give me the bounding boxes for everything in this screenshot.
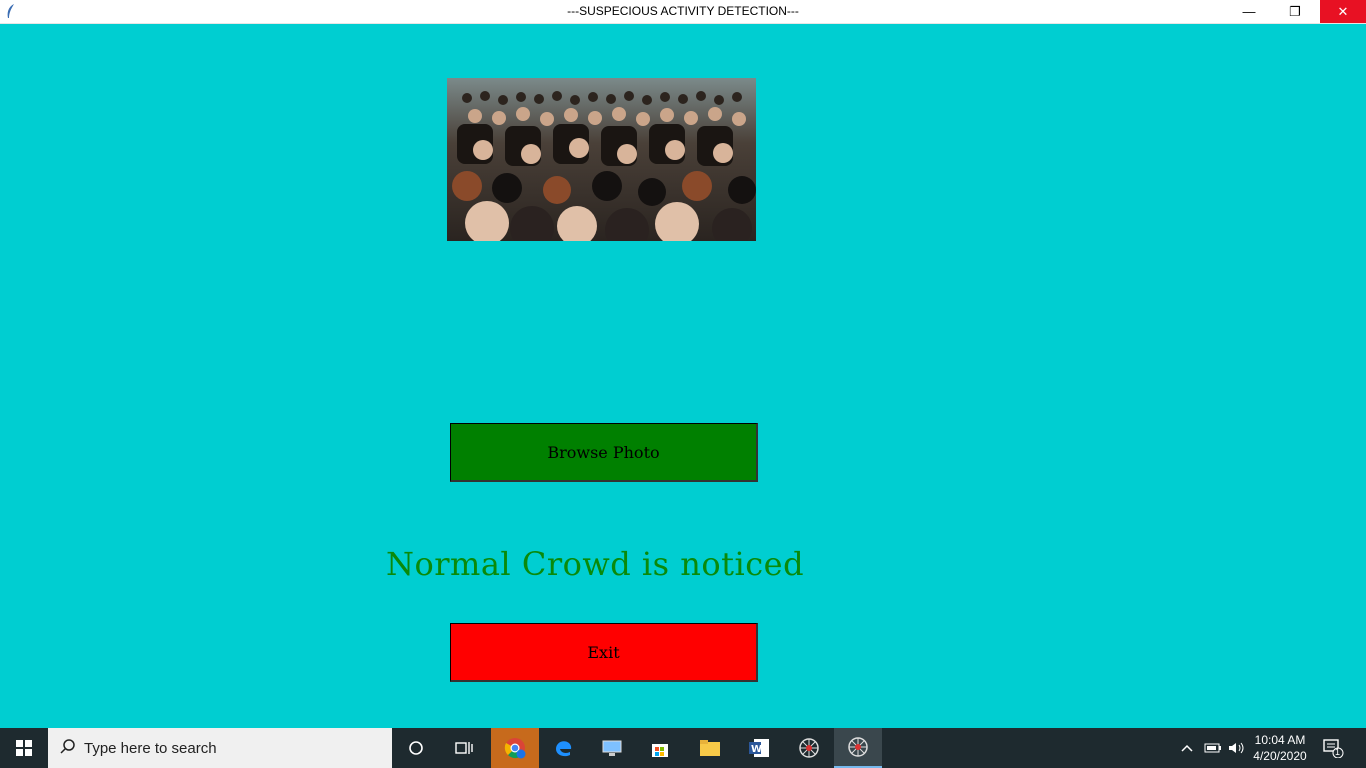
search-icon	[60, 738, 76, 758]
maximize-button[interactable]: ❐	[1272, 0, 1318, 23]
task-view-icon[interactable]	[440, 728, 488, 768]
cortana-icon[interactable]	[392, 728, 440, 768]
crowd-photo	[447, 78, 756, 241]
close-button[interactable]: ✕	[1320, 0, 1366, 23]
clock-date: 4/20/2020	[1253, 749, 1307, 763]
computer-icon[interactable]	[588, 728, 636, 768]
file-explorer-icon[interactable]	[686, 728, 734, 768]
clock[interactable]: 10:04 AM 4/20/2020	[1244, 732, 1316, 764]
windows-icon[interactable]	[0, 728, 48, 768]
store-icon[interactable]	[636, 728, 684, 768]
exit-button[interactable]: Exit	[450, 623, 758, 682]
minimize-button[interactable]: —	[1226, 0, 1272, 23]
title-bar: ---SUSPECIOUS ACTIVITY DETECTION--- — ❐ …	[0, 0, 1366, 24]
notification-icon[interactable]: 1	[1322, 728, 1344, 768]
show-hidden-icons-icon[interactable]	[1180, 728, 1194, 768]
taskbar: Type here to search W 10:04 AM 4/20/2020…	[0, 728, 1366, 768]
word-icon[interactable]: W	[735, 728, 783, 768]
clock-time: 10:04 AM	[1254, 733, 1306, 747]
window-title: ---SUSPECIOUS ACTIVITY DETECTION---	[567, 4, 799, 18]
chrome-icon[interactable]	[491, 728, 539, 768]
search-placeholder: Type here to search	[84, 739, 217, 757]
edge-icon[interactable]	[540, 728, 588, 768]
search-box[interactable]: Type here to search	[48, 728, 392, 768]
app-icon-active[interactable]	[834, 728, 882, 768]
status-message: Normal Crowd is noticed	[385, 545, 805, 583]
notification-count: 1	[1335, 747, 1341, 757]
svg-text:W: W	[751, 744, 762, 755]
battery-icon[interactable]	[1204, 728, 1222, 768]
browse-photo-button[interactable]: Browse Photo	[450, 423, 758, 482]
app-icon[interactable]	[785, 728, 833, 768]
